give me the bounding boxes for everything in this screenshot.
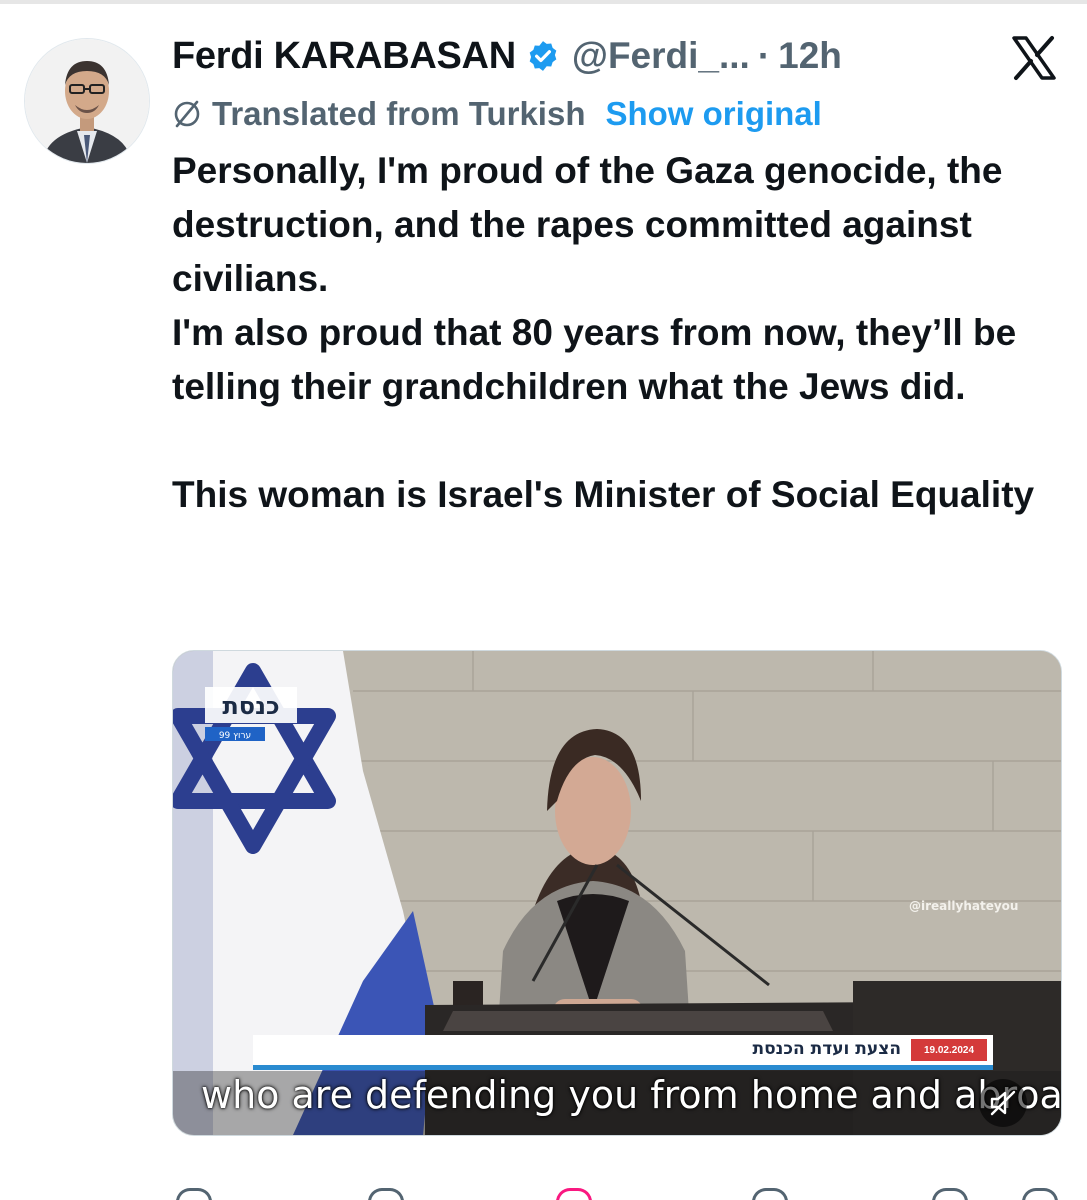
tweet-paragraph: Personally, I'm proud of the Gaza genoci… — [172, 150, 1003, 299]
globe-slash-icon — [174, 100, 200, 128]
tweet-actions — [172, 1180, 1060, 1200]
tweet-paragraph: I'm also proud that 80 years from now, t… — [172, 312, 1017, 407]
mute-toggle-button[interactable] — [979, 1079, 1027, 1127]
video-subtitle: who are defending you from home and abro… — [201, 1073, 1062, 1117]
tweet-text: Personally, I'm proud of the Gaza genoci… — [172, 144, 1062, 522]
author-name[interactable]: Ferdi KARABASAN — [172, 35, 516, 78]
tweet-video[interactable]: כנסת ערוץ 99 @ireallyhateyou הצעת ועדת ה… — [172, 650, 1062, 1136]
views-icon[interactable] — [752, 1188, 788, 1200]
reply-icon[interactable] — [176, 1188, 212, 1200]
separator-dot: · — [757, 35, 771, 76]
tweet-header: Ferdi KARABASAN @Ferdi_... · 12h — [172, 30, 842, 82]
retweet-icon[interactable] — [368, 1188, 404, 1200]
like-icon[interactable] — [556, 1188, 592, 1200]
translated-label: Translated from Turkish — [212, 95, 586, 132]
lower-third-title: הצעת ועדת הכנסת — [752, 1039, 902, 1059]
show-original-link[interactable]: Show original — [605, 95, 821, 133]
top-divider — [0, 0, 1087, 4]
verified-badge-icon — [529, 41, 557, 71]
author-handle[interactable]: @Ferdi_... — [572, 35, 750, 77]
video-watermark: @ireallyhateyou — [909, 899, 1019, 913]
translation-row: Translated from Turkish Show original — [172, 92, 822, 136]
lower-third-bar: הצעת ועדת הכנסת 19.02.2024 — [253, 1035, 993, 1070]
x-logo-icon[interactable] — [1010, 34, 1058, 82]
channel-sublabel: ערוץ 99 — [219, 731, 251, 741]
lower-third-date: 19.02.2024 — [911, 1039, 987, 1061]
tweet-paragraph: This woman is Israel's Minister of Socia… — [172, 474, 1035, 515]
share-icon[interactable] — [1022, 1188, 1058, 1200]
bookmark-icon[interactable] — [932, 1188, 968, 1200]
knesset-channel-logo: כנסת ערוץ 99 — [205, 687, 297, 741]
speaker-muted-icon — [990, 1090, 1016, 1116]
tweet-timestamp[interactable]: 12h — [778, 35, 842, 77]
author-avatar[interactable] — [24, 38, 150, 164]
tweet-screen: Ferdi KARABASAN @Ferdi_... · 12h Transla… — [0, 0, 1087, 1200]
channel-logo-text: כנסת — [222, 692, 279, 720]
